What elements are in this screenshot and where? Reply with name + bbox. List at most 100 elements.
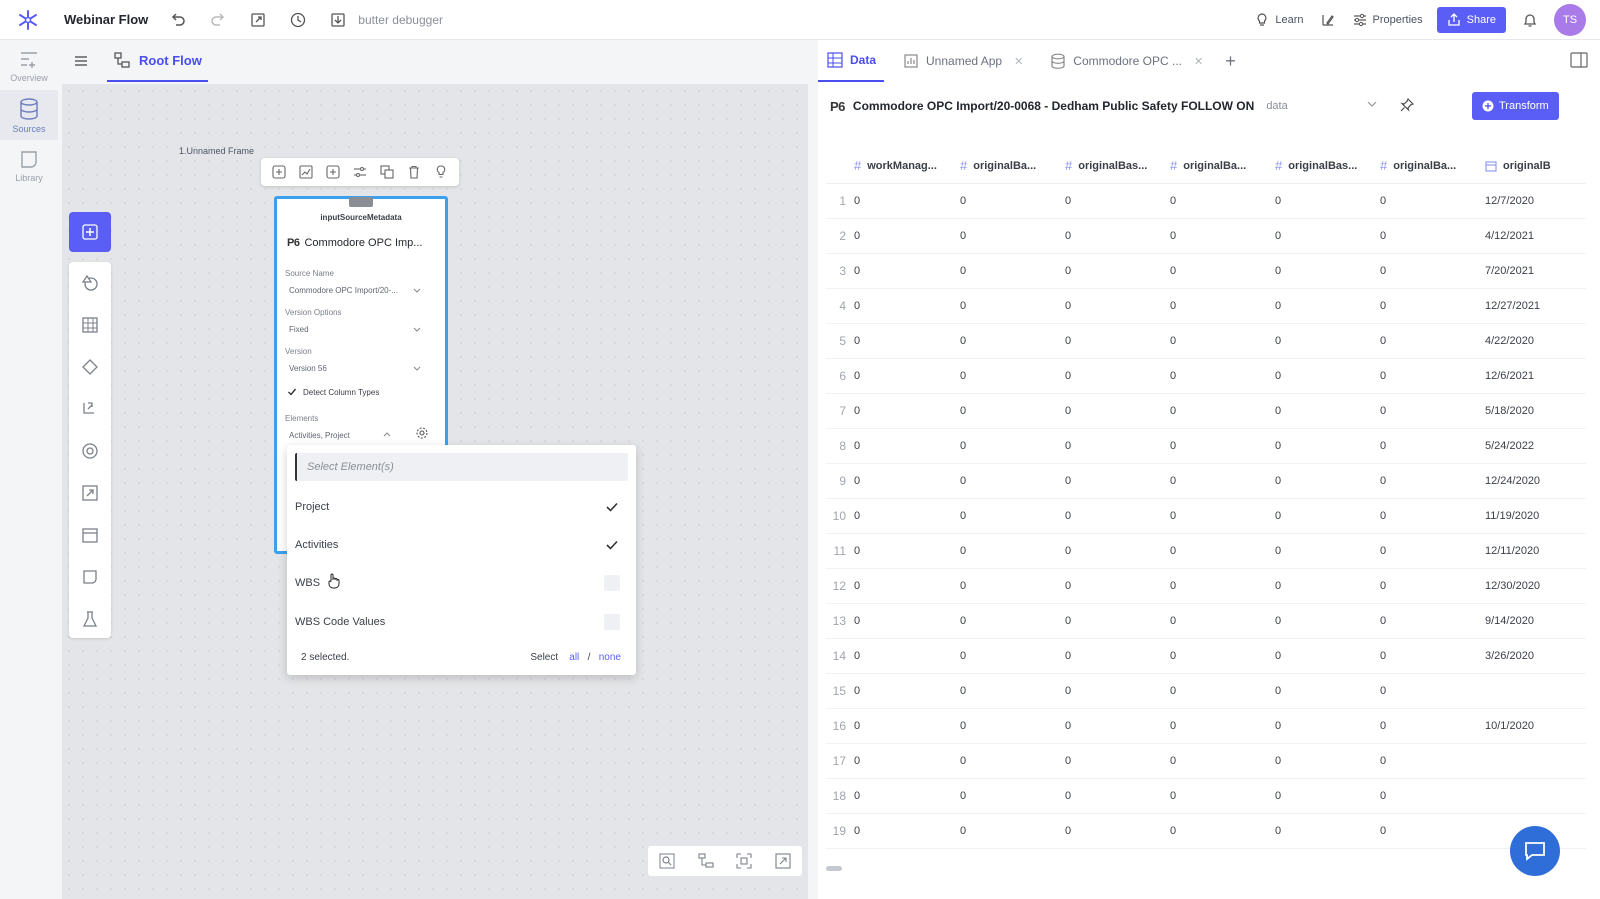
- table-cell[interactable]: 0: [1376, 300, 1481, 312]
- version-options-select[interactable]: Fixed: [285, 321, 425, 337]
- table-cell[interactable]: 0: [1166, 510, 1271, 522]
- table-cell[interactable]: 0: [1271, 825, 1376, 837]
- table-cell[interactable]: 0: [850, 755, 956, 767]
- table-cell[interactable]: 0: [1271, 685, 1376, 697]
- table-cell[interactable]: 0: [850, 195, 956, 207]
- table-cell[interactable]: 0: [956, 440, 1061, 452]
- table-row[interactable]: 10 0 0 0 0 0 0 11/19/2020: [826, 499, 1586, 534]
- table-cell[interactable]: 0: [850, 720, 956, 732]
- table-cell[interactable]: 0: [1376, 580, 1481, 592]
- table-cell[interactable]: 0: [1271, 545, 1376, 557]
- table-cell[interactable]: 0: [1166, 720, 1271, 732]
- table-cell[interactable]: 0: [956, 720, 1061, 732]
- node-handle[interactable]: [349, 197, 373, 207]
- history-icon[interactable]: [288, 10, 308, 30]
- table-cell[interactable]: 0: [1376, 825, 1481, 837]
- table-cell[interactable]: 12/30/2020: [1481, 580, 1581, 592]
- table-cell[interactable]: 0: [1061, 230, 1166, 242]
- tab-data[interactable]: Data: [818, 40, 885, 82]
- table-cell[interactable]: 0: [850, 230, 956, 242]
- table-row[interactable]: 18 0 0 0 0 0 0: [826, 779, 1586, 814]
- close-icon[interactable]: ✕: [1014, 55, 1023, 68]
- expand-icon[interactable]: [774, 852, 792, 870]
- table-cell[interactable]: 0: [1166, 370, 1271, 382]
- table-cell[interactable]: 0: [850, 300, 956, 312]
- gear-icon[interactable]: [415, 426, 429, 440]
- debugger-label[interactable]: butter debugger: [358, 13, 443, 27]
- table-row[interactable]: 9 0 0 0 0 0 0 12/24/2020: [826, 464, 1586, 499]
- table-cell[interactable]: 0: [1271, 580, 1376, 592]
- table-row[interactable]: 19 0 0 0 0 0 0: [826, 814, 1586, 849]
- table-cell[interactable]: 0: [1376, 230, 1481, 242]
- table-cell[interactable]: 0: [1166, 440, 1271, 452]
- table-row[interactable]: 1 0 0 0 0 0 0 12/7/2020: [826, 184, 1586, 219]
- settings-sliders-icon[interactable]: [351, 163, 369, 181]
- table-cell[interactable]: 0: [1061, 475, 1166, 487]
- table-row[interactable]: 4 0 0 0 0 0 0 12/27/2021: [826, 289, 1586, 324]
- table-cell[interactable]: 0: [850, 825, 956, 837]
- table-cell[interactable]: 0: [1271, 230, 1376, 242]
- table-cell[interactable]: 0: [1271, 720, 1376, 732]
- table-cell[interactable]: 0: [1271, 195, 1376, 207]
- note-icon[interactable]: [79, 566, 101, 588]
- table-cell[interactable]: 0: [1376, 475, 1481, 487]
- table-cell[interactable]: 0: [1166, 825, 1271, 837]
- option-wbs-code-values[interactable]: WBS Code Values: [295, 612, 620, 632]
- source-name-select[interactable]: Commodore OPC Import/20-...: [285, 282, 425, 298]
- table-cell[interactable]: 0: [1061, 405, 1166, 417]
- table-cell[interactable]: 0: [1376, 265, 1481, 277]
- add-output-icon[interactable]: [324, 163, 342, 181]
- table-cell[interactable]: 0: [1166, 650, 1271, 662]
- table-cell[interactable]: 0: [1271, 335, 1376, 347]
- learn-button[interactable]: Learn: [1254, 12, 1304, 28]
- table-cell[interactable]: 0: [1061, 545, 1166, 557]
- bulb-icon[interactable]: [432, 163, 450, 181]
- table-cell[interactable]: 0: [1376, 510, 1481, 522]
- table-cell[interactable]: 0: [1271, 475, 1376, 487]
- close-icon[interactable]: ✕: [1194, 55, 1203, 68]
- table-cell[interactable]: 0: [956, 755, 1061, 767]
- table-cell[interactable]: 0: [1166, 475, 1271, 487]
- option-project[interactable]: Project: [295, 497, 620, 517]
- chart-node-icon[interactable]: [79, 440, 101, 462]
- table-cell[interactable]: 0: [956, 580, 1061, 592]
- table-cell[interactable]: 0: [1166, 580, 1271, 592]
- table-cell[interactable]: 0: [1061, 650, 1166, 662]
- table-cell[interactable]: 0: [1061, 825, 1166, 837]
- download-icon[interactable]: [328, 10, 348, 30]
- table-cell[interactable]: 0: [1271, 510, 1376, 522]
- app-title[interactable]: Webinar Flow: [64, 12, 148, 27]
- table-cell[interactable]: 0: [1166, 230, 1271, 242]
- table-cell[interactable]: 12/24/2020: [1481, 475, 1581, 487]
- table-cell[interactable]: 0: [1271, 440, 1376, 452]
- table-cell[interactable]: 5/18/2020: [1481, 405, 1581, 417]
- table-cell[interactable]: 0: [956, 405, 1061, 417]
- table-cell[interactable]: 0: [956, 475, 1061, 487]
- frame-label[interactable]: 1.Unnamed Frame: [179, 146, 254, 156]
- table-row[interactable]: 14 0 0 0 0 0 0 3/26/2020: [826, 639, 1586, 674]
- column-header[interactable]: # originalBa...: [956, 158, 1061, 173]
- transform-button[interactable]: Transform: [1472, 92, 1559, 120]
- horizontal-scrollbar[interactable]: [826, 866, 842, 871]
- menu-icon[interactable]: [73, 54, 89, 68]
- tab-root-flow[interactable]: Root Flow: [107, 40, 208, 82]
- element-search-input[interactable]: Select Element(s): [295, 453, 628, 481]
- table-cell[interactable]: 0: [1271, 405, 1376, 417]
- table-cell[interactable]: 0: [1376, 405, 1481, 417]
- properties-button[interactable]: Properties: [1352, 12, 1423, 28]
- avatar[interactable]: TS: [1554, 4, 1586, 36]
- export-icon[interactable]: [248, 10, 268, 30]
- column-header[interactable]: # originalBas...: [1061, 158, 1166, 173]
- fit-view-icon[interactable]: [735, 852, 753, 870]
- table-cell[interactable]: 0: [1376, 440, 1481, 452]
- split-view-icon[interactable]: [1570, 51, 1588, 69]
- table-cell[interactable]: 0: [1376, 615, 1481, 627]
- option-wbs[interactable]: WBS: [295, 573, 620, 593]
- table-cell[interactable]: 0: [1376, 650, 1481, 662]
- table-cell[interactable]: 0: [850, 685, 956, 697]
- table-cell[interactable]: 0: [850, 475, 956, 487]
- tab-commodore-opc[interactable]: Commodore OPC ... ✕: [1041, 40, 1211, 82]
- table-cell[interactable]: 0: [956, 370, 1061, 382]
- table-cell[interactable]: 0: [1061, 755, 1166, 767]
- table-cell[interactable]: 0: [1271, 265, 1376, 277]
